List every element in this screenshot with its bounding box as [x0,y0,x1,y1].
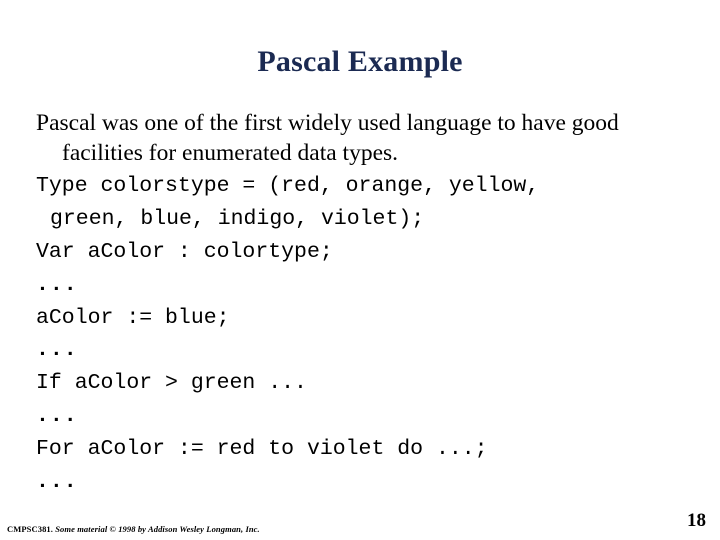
slide-canvas: Pascal Example Pascal was one of the fir… [0,0,720,540]
code-line: green, blue, indigo, violet); [50,206,425,231]
code-line: If aColor > green ... [36,371,307,396]
code-line: Var aColor : colortype; [36,239,333,264]
code-line: ... [36,404,78,429]
code-line: ... [36,272,78,297]
page-number: 18 [687,510,706,531]
slide-footer: CMPSC381. Some material © 1998 by Addiso… [7,524,260,534]
code-block: Type colorstype = (red, orange, yellow, … [36,170,696,499]
code-line: For aColor := red to violet do ...; [36,437,488,462]
code-line: Type colorstype = (red, orange, yellow, [36,174,540,198]
body-paragraph: Pascal was one of the first widely used … [36,110,619,167]
code-line: ... [36,338,78,363]
footer-course-code: CMPSC381. [7,524,53,534]
code-line: aColor := blue; [36,305,230,330]
body-content: Pascal was one of the first widely used … [36,108,686,168]
code-line: ... [36,470,78,495]
footer-copyright: Some material © 1998 by Addison Wesley L… [55,524,260,534]
page-title: Pascal Example [257,45,463,78]
